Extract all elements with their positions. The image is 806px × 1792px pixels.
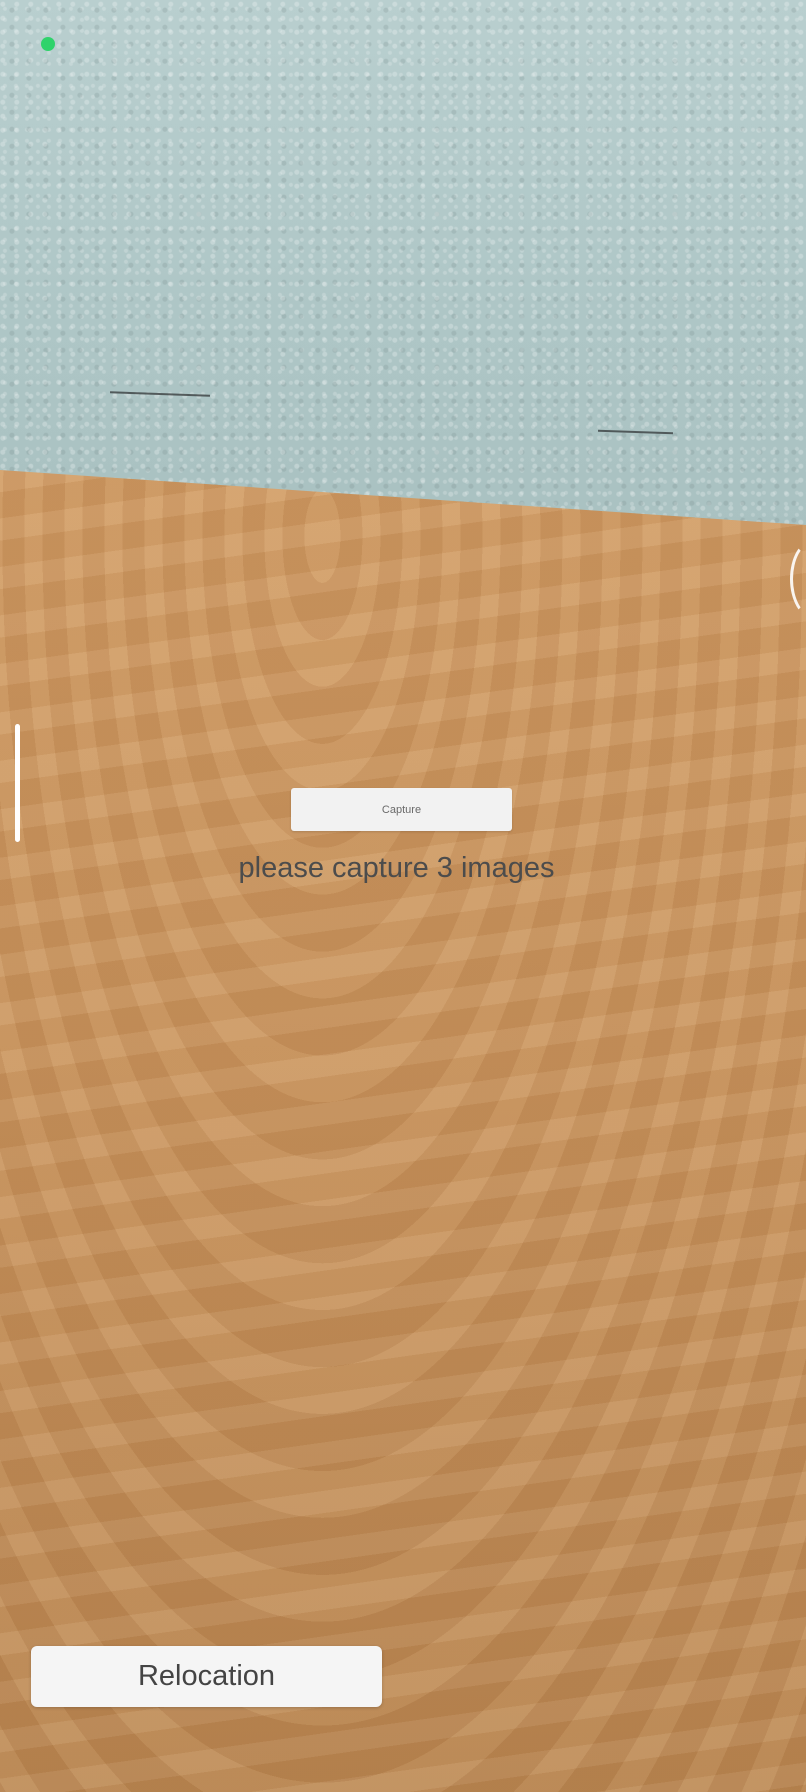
camera-feed-table (0, 470, 806, 1792)
relocation-button[interactable]: Relocation (31, 1646, 382, 1707)
ar-camera-screen: Capture please capture 3 images Relocati… (0, 0, 806, 1792)
camera-feed-wall (0, 0, 806, 530)
capture-button[interactable]: Capture (291, 788, 512, 831)
instruction-text: please capture 3 images (238, 852, 555, 884)
left-edge-indicator (15, 724, 20, 842)
wall-mark (597, 429, 674, 435)
wall-mark (109, 391, 211, 397)
status-indicator-dot (41, 37, 55, 51)
